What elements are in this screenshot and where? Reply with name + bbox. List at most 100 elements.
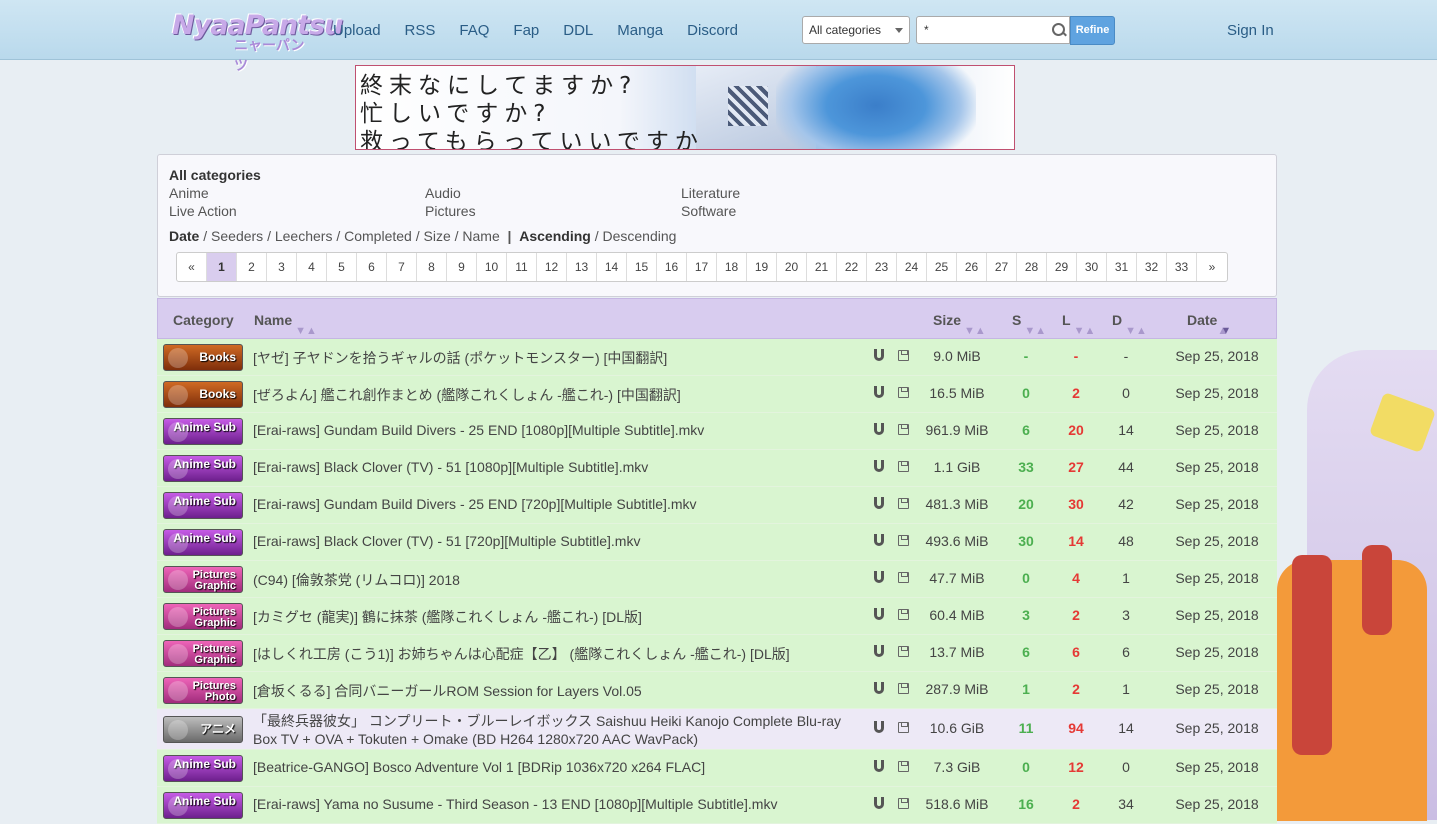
download-icon[interactable] <box>898 609 909 620</box>
page-18[interactable]: 18 <box>717 253 747 281</box>
page-5[interactable]: 5 <box>327 253 357 281</box>
page-prev[interactable]: « <box>177 253 207 281</box>
download-icon[interactable] <box>898 722 909 733</box>
torrent-name-link[interactable]: [Erai-raws] Black Clover (TV) - 51 [720p… <box>253 533 853 549</box>
category-badge[interactable]: Anime Sub <box>163 529 243 556</box>
col-name-group[interactable]: Name ▼▲ <box>254 312 317 337</box>
category-badge[interactable]: Books <box>163 344 243 371</box>
col-seeders-group[interactable]: S ▼▲ <box>1012 312 1046 337</box>
download-icon[interactable] <box>898 798 909 809</box>
col-date-group[interactable]: Date ▼ ▲ <box>1187 312 1231 337</box>
page-2[interactable]: 2 <box>237 253 267 281</box>
search-icon[interactable] <box>1052 23 1065 36</box>
page-21[interactable]: 21 <box>807 253 837 281</box>
page-10[interactable]: 10 <box>477 253 507 281</box>
magnet-icon[interactable] <box>874 797 884 809</box>
page-4[interactable]: 4 <box>297 253 327 281</box>
nav-ddl[interactable]: DDL <box>563 22 593 39</box>
magnet-icon[interactable] <box>874 349 884 361</box>
torrent-name-link[interactable]: [ヤゼ] 子ヤドンを拾うギャルの話 (ポケットモンスター) [中国翻訳] <box>253 348 853 368</box>
page-23[interactable]: 23 <box>867 253 897 281</box>
order-descending[interactable]: Descending <box>603 228 677 244</box>
nav-upload[interactable]: Upload <box>333 22 381 39</box>
magnet-icon[interactable] <box>874 721 884 733</box>
torrent-name-link[interactable]: 「最終兵器彼女」 コンプリート・ブルーレイボックス Saishuu Heiki … <box>253 712 853 748</box>
page-19[interactable]: 19 <box>747 253 777 281</box>
page-11[interactable]: 11 <box>507 253 537 281</box>
page-30[interactable]: 30 <box>1077 253 1107 281</box>
download-icon[interactable] <box>898 498 909 509</box>
page-20[interactable]: 20 <box>777 253 807 281</box>
page-3[interactable]: 3 <box>267 253 297 281</box>
download-icon[interactable] <box>898 572 909 583</box>
category-badge[interactable]: Pictures Graphic <box>163 566 243 593</box>
magnet-icon[interactable] <box>874 682 884 694</box>
category-live-action[interactable]: Live Action <box>169 203 237 219</box>
download-icon[interactable] <box>898 535 909 546</box>
page-9[interactable]: 9 <box>447 253 477 281</box>
torrent-name-link[interactable]: [Erai-raws] Gundam Build Divers - 25 END… <box>253 422 853 438</box>
page-25[interactable]: 25 <box>927 253 957 281</box>
sort-size[interactable]: Size <box>424 228 451 244</box>
col-leechers-group[interactable]: L ▼▲ <box>1062 312 1095 337</box>
category-badge[interactable]: Pictures Photo <box>163 677 243 704</box>
magnet-icon[interactable] <box>874 423 884 435</box>
magnet-icon[interactable] <box>874 608 884 620</box>
magnet-icon[interactable] <box>874 760 884 772</box>
page-14[interactable]: 14 <box>597 253 627 281</box>
page-6[interactable]: 6 <box>357 253 387 281</box>
page-1[interactable]: 1 <box>207 253 237 281</box>
torrent-name-link[interactable]: [はしくれ工房 (こう1)] お姉ちゃんは心配症【乙】 (艦隊これくしょん -艦… <box>253 644 853 664</box>
category-badge[interactable]: Anime Sub <box>163 755 243 782</box>
category-audio[interactable]: Audio <box>425 185 461 201</box>
page-31[interactable]: 31 <box>1107 253 1137 281</box>
magnet-icon[interactable] <box>874 534 884 546</box>
torrent-name-link[interactable]: [Erai-raws] Black Clover (TV) - 51 [1080… <box>253 459 853 475</box>
ad-banner[interactable]: 終末なにしてますか? 忙しいですか? 救ってもらっていいですか <box>355 65 1015 150</box>
nav-manga[interactable]: Manga <box>617 22 663 39</box>
category-badge[interactable]: Pictures Graphic <box>163 603 243 630</box>
page-24[interactable]: 24 <box>897 253 927 281</box>
page-17[interactable]: 17 <box>687 253 717 281</box>
col-downloads-group[interactable]: D ▼▲ <box>1112 312 1147 337</box>
download-icon[interactable] <box>898 461 909 472</box>
page-next[interactable]: » <box>1197 253 1227 281</box>
category-all[interactable]: All categories <box>169 167 261 183</box>
magnet-icon[interactable] <box>874 497 884 509</box>
nav-rss[interactable]: RSS <box>405 22 436 39</box>
torrent-name-link[interactable]: [倉坂くるる] 合同バニーガールROM Session for Layers V… <box>253 681 853 701</box>
category-badge[interactable]: Anime Sub <box>163 792 243 819</box>
download-icon[interactable] <box>898 646 909 657</box>
page-32[interactable]: 32 <box>1137 253 1167 281</box>
torrent-name-link[interactable]: [カミグセ (龍実)] 鶴に抹茶 (艦隊これくしょん -艦これ-) [DL版] <box>253 607 853 627</box>
site-logo[interactable]: NyaaPantsu ニャーパンツ <box>172 10 343 74</box>
page-8[interactable]: 8 <box>417 253 447 281</box>
download-icon[interactable] <box>898 387 909 398</box>
page-26[interactable]: 26 <box>957 253 987 281</box>
magnet-icon[interactable] <box>874 386 884 398</box>
sort-name[interactable]: Name <box>462 228 499 244</box>
download-icon[interactable] <box>898 761 909 772</box>
category-badge[interactable]: Anime Sub <box>163 455 243 482</box>
nav-fap[interactable]: Fap <box>513 22 539 39</box>
sort-date[interactable]: Date <box>169 228 199 244</box>
sort-completed[interactable]: Completed <box>344 228 412 244</box>
category-literature[interactable]: Literature <box>681 185 740 201</box>
page-13[interactable]: 13 <box>567 253 597 281</box>
sort-leechers[interactable]: Leechers <box>275 228 333 244</box>
magnet-icon[interactable] <box>874 460 884 472</box>
refine-button[interactable]: Refine <box>1070 16 1115 45</box>
nav-faq[interactable]: FAQ <box>459 22 489 39</box>
sign-in-link[interactable]: Sign In <box>1227 22 1274 39</box>
page-12[interactable]: 12 <box>537 253 567 281</box>
category-software[interactable]: Software <box>681 203 736 219</box>
nav-discord[interactable]: Discord <box>687 22 738 39</box>
category-badge[interactable]: アニメ <box>163 716 243 743</box>
page-22[interactable]: 22 <box>837 253 867 281</box>
torrent-name-link[interactable]: [Erai-raws] Gundam Build Divers - 25 END… <box>253 496 853 512</box>
order-ascending[interactable]: Ascending <box>519 228 591 244</box>
category-anime[interactable]: Anime <box>169 185 209 201</box>
page-15[interactable]: 15 <box>627 253 657 281</box>
torrent-name-link[interactable]: [Erai-raws] Yama no Susume - Third Seaso… <box>253 796 853 812</box>
torrent-name-link[interactable]: [Beatrice-GANGO] Bosco Adventure Vol 1 [… <box>253 759 853 775</box>
